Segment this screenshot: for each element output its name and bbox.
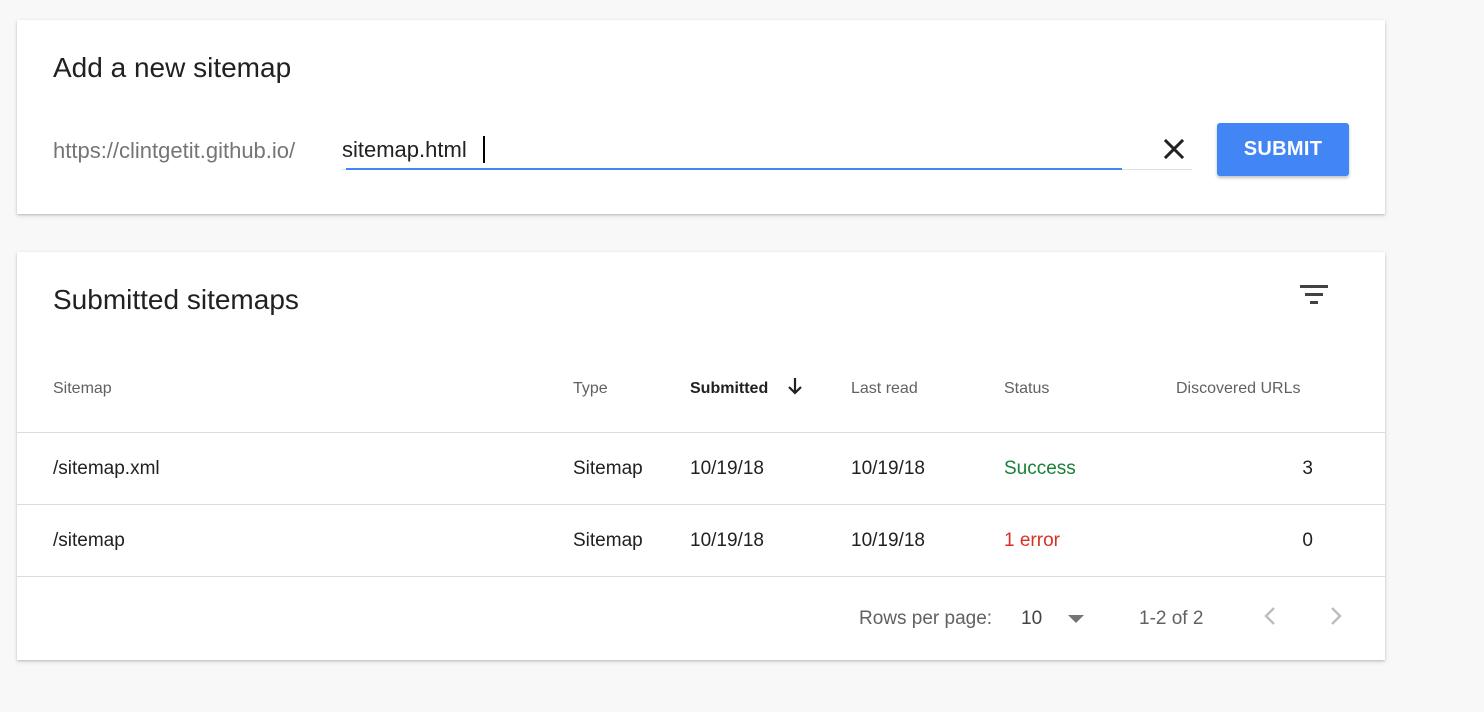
cell-type: Sitemap <box>573 458 643 479</box>
page-range-label: 1-2 of 2 <box>1139 608 1204 629</box>
chevron-left-icon <box>1264 607 1275 625</box>
column-header-last-read[interactable]: Last read <box>851 380 918 398</box>
close-icon <box>1163 138 1185 160</box>
column-header-type[interactable]: Type <box>573 380 608 398</box>
next-page-button[interactable] <box>1321 600 1351 632</box>
table-row[interactable]: /sitemap.xml Sitemap 10/19/18 10/19/18 S… <box>17 432 1385 504</box>
url-prefix: https://clintgetit.github.io/ <box>53 138 296 163</box>
cell-submitted: 10/19/18 <box>690 530 764 551</box>
cell-status: 1 error <box>1004 530 1060 551</box>
cell-discovered-urls: 0 <box>1302 530 1313 551</box>
submitted-sitemaps-title: Submitted sitemaps <box>53 284 299 315</box>
submit-button[interactable]: SUBMIT <box>1217 123 1349 176</box>
add-sitemap-card: Add a new sitemap https://clintgetit.git… <box>17 20 1385 214</box>
cell-sitemap: /sitemap <box>53 530 125 551</box>
cell-discovered-urls: 3 <box>1302 458 1313 479</box>
submitted-sitemaps-card: Submitted sitemaps Sitemap Type Submitte… <box>17 252 1385 660</box>
rows-per-page-label: Rows per page: <box>859 608 993 629</box>
cell-type: Sitemap <box>573 530 643 551</box>
column-header-submitted[interactable]: Submitted <box>690 380 768 398</box>
column-header-sitemap[interactable]: Sitemap <box>53 380 112 398</box>
sitemap-input-wrapper <box>342 128 1192 170</box>
input-focus-underline <box>346 168 1122 170</box>
add-sitemap-title: Add a new sitemap <box>53 52 292 83</box>
table-row[interactable]: /sitemap Sitemap 10/19/18 10/19/18 1 err… <box>17 504 1385 576</box>
clear-input-button[interactable] <box>1157 132 1191 166</box>
pagination-footer: Rows per page: 10 1-2 of 2 <box>17 576 1385 660</box>
cell-last-read: 10/19/18 <box>851 530 925 551</box>
arrow-down-icon[interactable] <box>787 376 803 396</box>
cell-submitted: 10/19/18 <box>690 458 764 479</box>
sitemap-url-input[interactable] <box>342 128 1122 168</box>
column-header-status[interactable]: Status <box>1004 380 1049 398</box>
cell-status: Success <box>1004 458 1076 479</box>
text-caret <box>483 136 485 163</box>
column-header-discovered-urls[interactable]: Discovered URLs <box>1176 380 1300 398</box>
cell-last-read: 10/19/18 <box>851 458 925 479</box>
filter-icon <box>1300 285 1328 304</box>
chevron-right-icon <box>1331 607 1342 625</box>
rows-per-page-select[interactable]: 10 <box>1021 602 1091 634</box>
previous-page-button[interactable] <box>1255 600 1285 632</box>
dropdown-arrow-icon <box>1068 615 1084 623</box>
cell-sitemap: /sitemap.xml <box>53 458 160 479</box>
rows-per-page-value: 10 <box>1021 608 1043 629</box>
filter-button[interactable] <box>1297 280 1331 310</box>
